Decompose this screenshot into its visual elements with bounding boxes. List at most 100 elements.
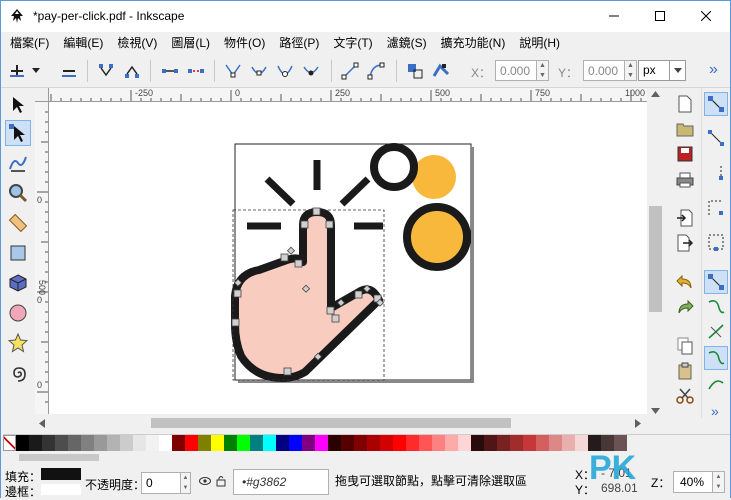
color-swatch[interactable] (276, 435, 289, 451)
no-paint-swatch[interactable] (3, 435, 16, 451)
color-swatch[interactable] (237, 435, 250, 451)
horizontal-scrollbar[interactable] (35, 414, 647, 431)
delete-node-button[interactable] (57, 59, 81, 83)
snap-tangent-button[interactable] (704, 372, 728, 396)
open-button[interactable] (673, 117, 697, 141)
color-swatch[interactable] (42, 435, 55, 451)
minimize-button[interactable] (591, 1, 637, 31)
snap-midpoint-button[interactable] (704, 230, 728, 254)
print-button[interactable] (673, 168, 697, 192)
node-tool[interactable] (5, 120, 31, 146)
color-swatch[interactable] (536, 435, 549, 451)
document-artwork[interactable] (49, 102, 647, 414)
maximize-button[interactable] (637, 1, 683, 31)
save-button[interactable] (673, 142, 697, 166)
color-swatch[interactable] (185, 435, 198, 451)
new-document-button[interactable] (673, 92, 697, 116)
scroll-left-icon[interactable] (39, 419, 45, 428)
symmetric-node-button[interactable] (273, 59, 297, 83)
color-swatch[interactable] (55, 435, 68, 451)
y-coord-input[interactable] (583, 60, 625, 81)
color-swatch[interactable] (484, 435, 497, 451)
lock-icon[interactable] (216, 475, 226, 487)
opacity-spinner[interactable]: ▲ ▼ (181, 472, 191, 494)
eye-icon[interactable] (199, 476, 211, 486)
ellipse-tool[interactable] (5, 300, 31, 326)
color-swatch[interactable] (315, 435, 328, 451)
star-tool[interactable] (5, 330, 31, 356)
x-coord-input[interactable] (495, 60, 537, 81)
object-to-path-button[interactable] (403, 59, 427, 83)
snap-nodes-button[interactable] (704, 270, 728, 294)
color-swatch[interactable] (367, 435, 380, 451)
cut-button[interactable] (673, 384, 697, 408)
snap-bbox-edge-button[interactable] (704, 161, 728, 185)
snap-intersection-button[interactable] (704, 320, 728, 344)
spiral-tool[interactable] (5, 360, 31, 386)
color-swatch[interactable] (211, 435, 224, 451)
drawing-canvas[interactable] (49, 102, 647, 414)
color-swatch[interactable] (575, 435, 588, 451)
redo-button[interactable] (673, 295, 697, 319)
color-swatch[interactable] (302, 435, 315, 451)
color-swatch[interactable] (133, 435, 146, 451)
export-button[interactable] (673, 231, 697, 255)
color-swatch[interactable] (523, 435, 536, 451)
menu-path[interactable]: 路徑(P) (272, 33, 326, 53)
import-button[interactable] (673, 206, 697, 230)
opacity-input[interactable]: 0 (141, 472, 181, 494)
color-swatch[interactable] (81, 435, 94, 451)
color-swatch[interactable] (445, 435, 458, 451)
color-swatch[interactable] (289, 435, 302, 451)
zoom-tool[interactable] (5, 180, 31, 206)
scroll-up-icon[interactable] (651, 91, 660, 97)
menu-text[interactable]: 文字(T) (326, 33, 379, 53)
color-swatch[interactable] (224, 435, 237, 451)
menu-view[interactable]: 檢視(V) (110, 33, 164, 53)
color-swatch[interactable] (68, 435, 81, 451)
toolbar-overflow-button[interactable]: » (709, 61, 718, 79)
snapbar-overflow-button[interactable]: » (711, 403, 719, 419)
menu-object[interactable]: 物件(O) (217, 33, 272, 53)
color-swatch[interactable] (549, 435, 562, 451)
snap-path-button[interactable] (704, 295, 728, 319)
color-swatch[interactable] (250, 435, 263, 451)
color-swatch[interactable] (328, 435, 341, 451)
unit-select[interactable]: px (638, 60, 686, 81)
y-coord-spinner[interactable]: ▲ ▼ (625, 60, 637, 81)
smooth-node-button[interactable] (247, 59, 271, 83)
color-swatch[interactable] (380, 435, 393, 451)
color-swatch[interactable] (159, 435, 172, 451)
menu-layer[interactable]: 圖層(L) (164, 33, 217, 53)
current-layer-field[interactable]: •#g3862 (233, 469, 329, 495)
color-swatch[interactable] (354, 435, 367, 451)
menu-filters[interactable]: 濾鏡(S) (380, 33, 434, 53)
color-swatch[interactable] (419, 435, 432, 451)
snap-bbox-button[interactable] (704, 126, 728, 150)
color-swatch[interactable] (432, 435, 445, 451)
snap-bbox-corner-button[interactable] (704, 196, 728, 220)
copy-button[interactable] (673, 334, 697, 358)
horizontal-scroll-thumb[interactable] (151, 418, 511, 428)
menu-file[interactable]: 檔案(F) (3, 33, 56, 53)
selector-tool[interactable] (5, 92, 31, 118)
color-swatch[interactable] (471, 435, 484, 451)
scroll-down-icon[interactable] (651, 408, 660, 414)
color-swatch[interactable] (393, 435, 406, 451)
menu-help[interactable]: 說明(H) (512, 33, 567, 53)
join-segment-button[interactable] (158, 59, 182, 83)
paste-button[interactable] (673, 359, 697, 383)
menu-edit[interactable]: 編輯(E) (56, 33, 110, 53)
segment-line-button[interactable] (338, 59, 362, 83)
color-swatch[interactable] (406, 435, 419, 451)
auto-smooth-node-button[interactable] (299, 59, 323, 83)
color-swatch[interactable] (94, 435, 107, 451)
x-coord-spinner[interactable]: ▲ ▼ (537, 60, 549, 81)
insert-node-button[interactable] (5, 59, 29, 83)
measure-tool[interactable] (5, 210, 31, 236)
vertical-scrollbar[interactable] (647, 88, 664, 419)
color-swatch[interactable] (16, 435, 29, 451)
3d-box-tool[interactable] (5, 270, 31, 296)
rectangle-tool[interactable] (5, 240, 31, 266)
join-nodes-button[interactable] (94, 59, 118, 83)
